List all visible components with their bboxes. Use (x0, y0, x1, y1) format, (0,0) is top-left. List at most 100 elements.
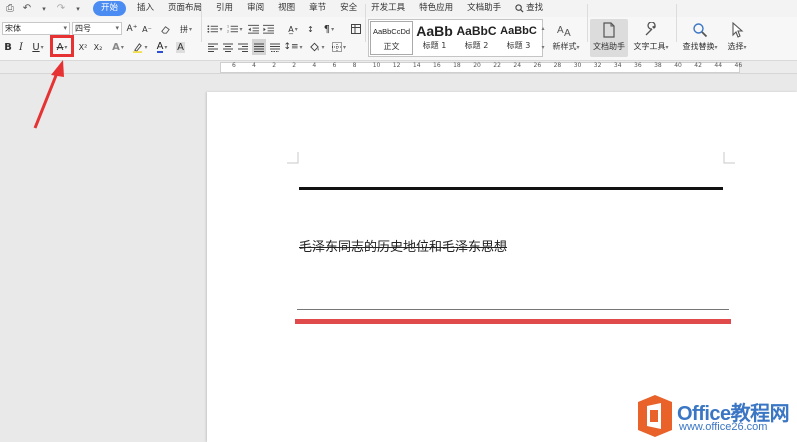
new-style-button[interactable]: AA 新样式▾ (548, 19, 584, 57)
subscript-button[interactable]: X₂ (91, 40, 105, 54)
doc-assistant-button[interactable]: 文档助手 (590, 19, 628, 57)
distributed-align-button[interactable] (268, 40, 281, 54)
magnifier-icon (693, 23, 708, 38)
highlighter-icon (133, 42, 143, 53)
ruler-tick-label: 20 (473, 62, 481, 69)
header-rule (299, 187, 723, 190)
ruler-tick-label: 40 (674, 62, 682, 69)
tab-doc-assistant[interactable]: 文档助手 (460, 1, 508, 16)
annotation-highlight-box (50, 35, 74, 57)
underline-icon: U (32, 41, 40, 53)
tab-review[interactable]: 审阅 (240, 1, 271, 16)
tab-view[interactable]: 视图 (271, 1, 302, 16)
svg-text:A: A (564, 28, 571, 38)
search-button[interactable]: 查找 (508, 1, 550, 16)
font-size-select[interactable]: 四号 ▾ (72, 22, 122, 35)
group-divider (365, 4, 366, 42)
increase-indent-button[interactable] (262, 22, 275, 36)
grow-font-button[interactable]: A⁺ (126, 22, 138, 36)
tab-home[interactable]: 开始 (93, 1, 127, 16)
shrink-font-button[interactable]: A⁻ (141, 22, 153, 36)
horizontal-ruler[interactable]: 6 4 2 2 4 6 8 10 12 14 16 18 20 22 24 26 28 30 32 34 36 38 40 4… (0, 61, 797, 74)
ruler-tick-label: 10 (372, 62, 381, 69)
grow-font-icon: A⁺ (126, 24, 138, 34)
style-normal[interactable]: AaBbCcDd 正文 (370, 21, 413, 55)
chinese-layout-icon: A̲ (288, 24, 294, 34)
bullet-list-button[interactable]: ▾ (206, 22, 224, 36)
font-color-button[interactable]: A ▾ (153, 40, 171, 54)
style-heading-2[interactable]: AaBbC 标题 2 (455, 21, 498, 55)
style-label: 标题 3 (506, 41, 531, 50)
ruler-tick-label: 12 (392, 62, 401, 69)
line-spacing-button[interactable]: ↕≡ ▾ (283, 40, 302, 54)
style-heading-3[interactable]: AaBbC 标题 3 (497, 21, 540, 55)
svg-text:2: 2 (227, 30, 229, 34)
numbered-list-button[interactable]: 1 2 ▾ (226, 22, 244, 36)
font-name-select[interactable]: 宋体 ▾ (2, 22, 70, 35)
sort-button[interactable]: ↕ (304, 22, 317, 36)
tab-references[interactable]: 引用 (209, 1, 240, 16)
tab-features[interactable]: 特色应用 (412, 1, 460, 16)
text-effect-button[interactable]: A ▾ (109, 40, 127, 54)
select-label: 选择 (727, 42, 744, 51)
find-replace-label: 查找替换 (682, 42, 715, 51)
align-left-button[interactable] (206, 40, 219, 54)
text-tools-button[interactable]: 文字工具▾ (630, 19, 672, 57)
ruler-tick-label: 38 (654, 62, 662, 69)
char-shading-button[interactable]: A (174, 40, 187, 54)
clear-format-button[interactable] (158, 22, 172, 36)
ruler-tick-label: 2 (272, 62, 277, 69)
chevron-down-icon[interactable]: ▾ (37, 2, 51, 16)
undo-icon[interactable]: ↶ (20, 2, 34, 16)
ruler-tick-label: 28 (553, 62, 562, 69)
font-size-value: 四号 (75, 24, 91, 33)
decrease-indent-button[interactable] (247, 22, 260, 36)
style-sample: AaBbC (500, 25, 537, 37)
borders-button[interactable]: ▾ (330, 40, 348, 54)
shrink-font-icon: A⁻ (142, 24, 152, 34)
style-label: 标题 2 (464, 41, 489, 50)
style-heading-1[interactable]: AaBb 标题 1 (413, 21, 456, 55)
menu-bar: ⎙ ↶ ▾ ↷ ▾ 开始 插入 页面布局 引用 审阅 视图 章节 安全 开发工具… (0, 0, 797, 17)
italic-button[interactable]: I (15, 40, 27, 54)
align-right-button[interactable] (236, 40, 249, 54)
outdent-icon (248, 24, 259, 34)
shading-button[interactable]: ▾ (308, 40, 326, 54)
watermark-logo: Office教程网 www.office26.com (633, 390, 797, 442)
new-style-icon: AA (557, 25, 571, 38)
tab-sections[interactable]: 章节 (302, 1, 333, 16)
tab-developer[interactable]: 开发工具 (364, 1, 412, 16)
chinese-layout-button[interactable]: A̲ ▾ (284, 22, 302, 36)
chevron-down-icon[interactable]: ▾ (71, 2, 85, 16)
print-preview-icon[interactable]: ⎙ (3, 2, 17, 16)
find-replace-button[interactable]: 查找替换▾ (680, 19, 720, 57)
justify-button[interactable] (252, 39, 266, 55)
char-shading-icon: A (176, 41, 185, 53)
ruler-tick-label: 22 (493, 62, 501, 69)
ruler-tick-label: 14 (412, 62, 421, 69)
redo-icon[interactable]: ↷ (54, 2, 68, 16)
highlight-button[interactable]: ▾ (131, 40, 149, 54)
underline-button[interactable]: U ▾ (29, 40, 47, 54)
superscript-button[interactable]: X² (76, 40, 90, 54)
ruler-tick-label: 26 (533, 62, 542, 69)
ruler-tick-label: 2 (292, 62, 297, 69)
new-style-label: 新样式 (552, 42, 577, 51)
select-button[interactable]: 选择▾ (722, 19, 752, 57)
style-gallery-scroll[interactable]: ▴ (540, 21, 546, 35)
phonetic-guide-button[interactable]: 拼 ▾ (176, 22, 196, 36)
ruler-tick-label: 46 (734, 62, 743, 69)
style-sample: AaBbC (456, 24, 497, 38)
sort-icon: ↕ (307, 24, 314, 34)
align-center-button[interactable] (221, 40, 234, 54)
table-tools-button[interactable] (349, 22, 362, 36)
tab-security[interactable]: 安全 (333, 1, 364, 16)
bold-button[interactable]: B (2, 40, 14, 54)
tab-insert[interactable]: 插入 (130, 1, 161, 16)
svg-text:1: 1 (227, 25, 229, 29)
show-marks-button[interactable]: ¶ ▾ (320, 22, 338, 36)
svg-text:A: A (557, 25, 564, 36)
style-gallery-expand[interactable]: ▾ (540, 40, 546, 54)
subscript-icon: X₂ (93, 42, 103, 52)
document-text-strikethrough[interactable]: 毛泽东同志的历史地位和毛泽东思想 (299, 236, 507, 255)
